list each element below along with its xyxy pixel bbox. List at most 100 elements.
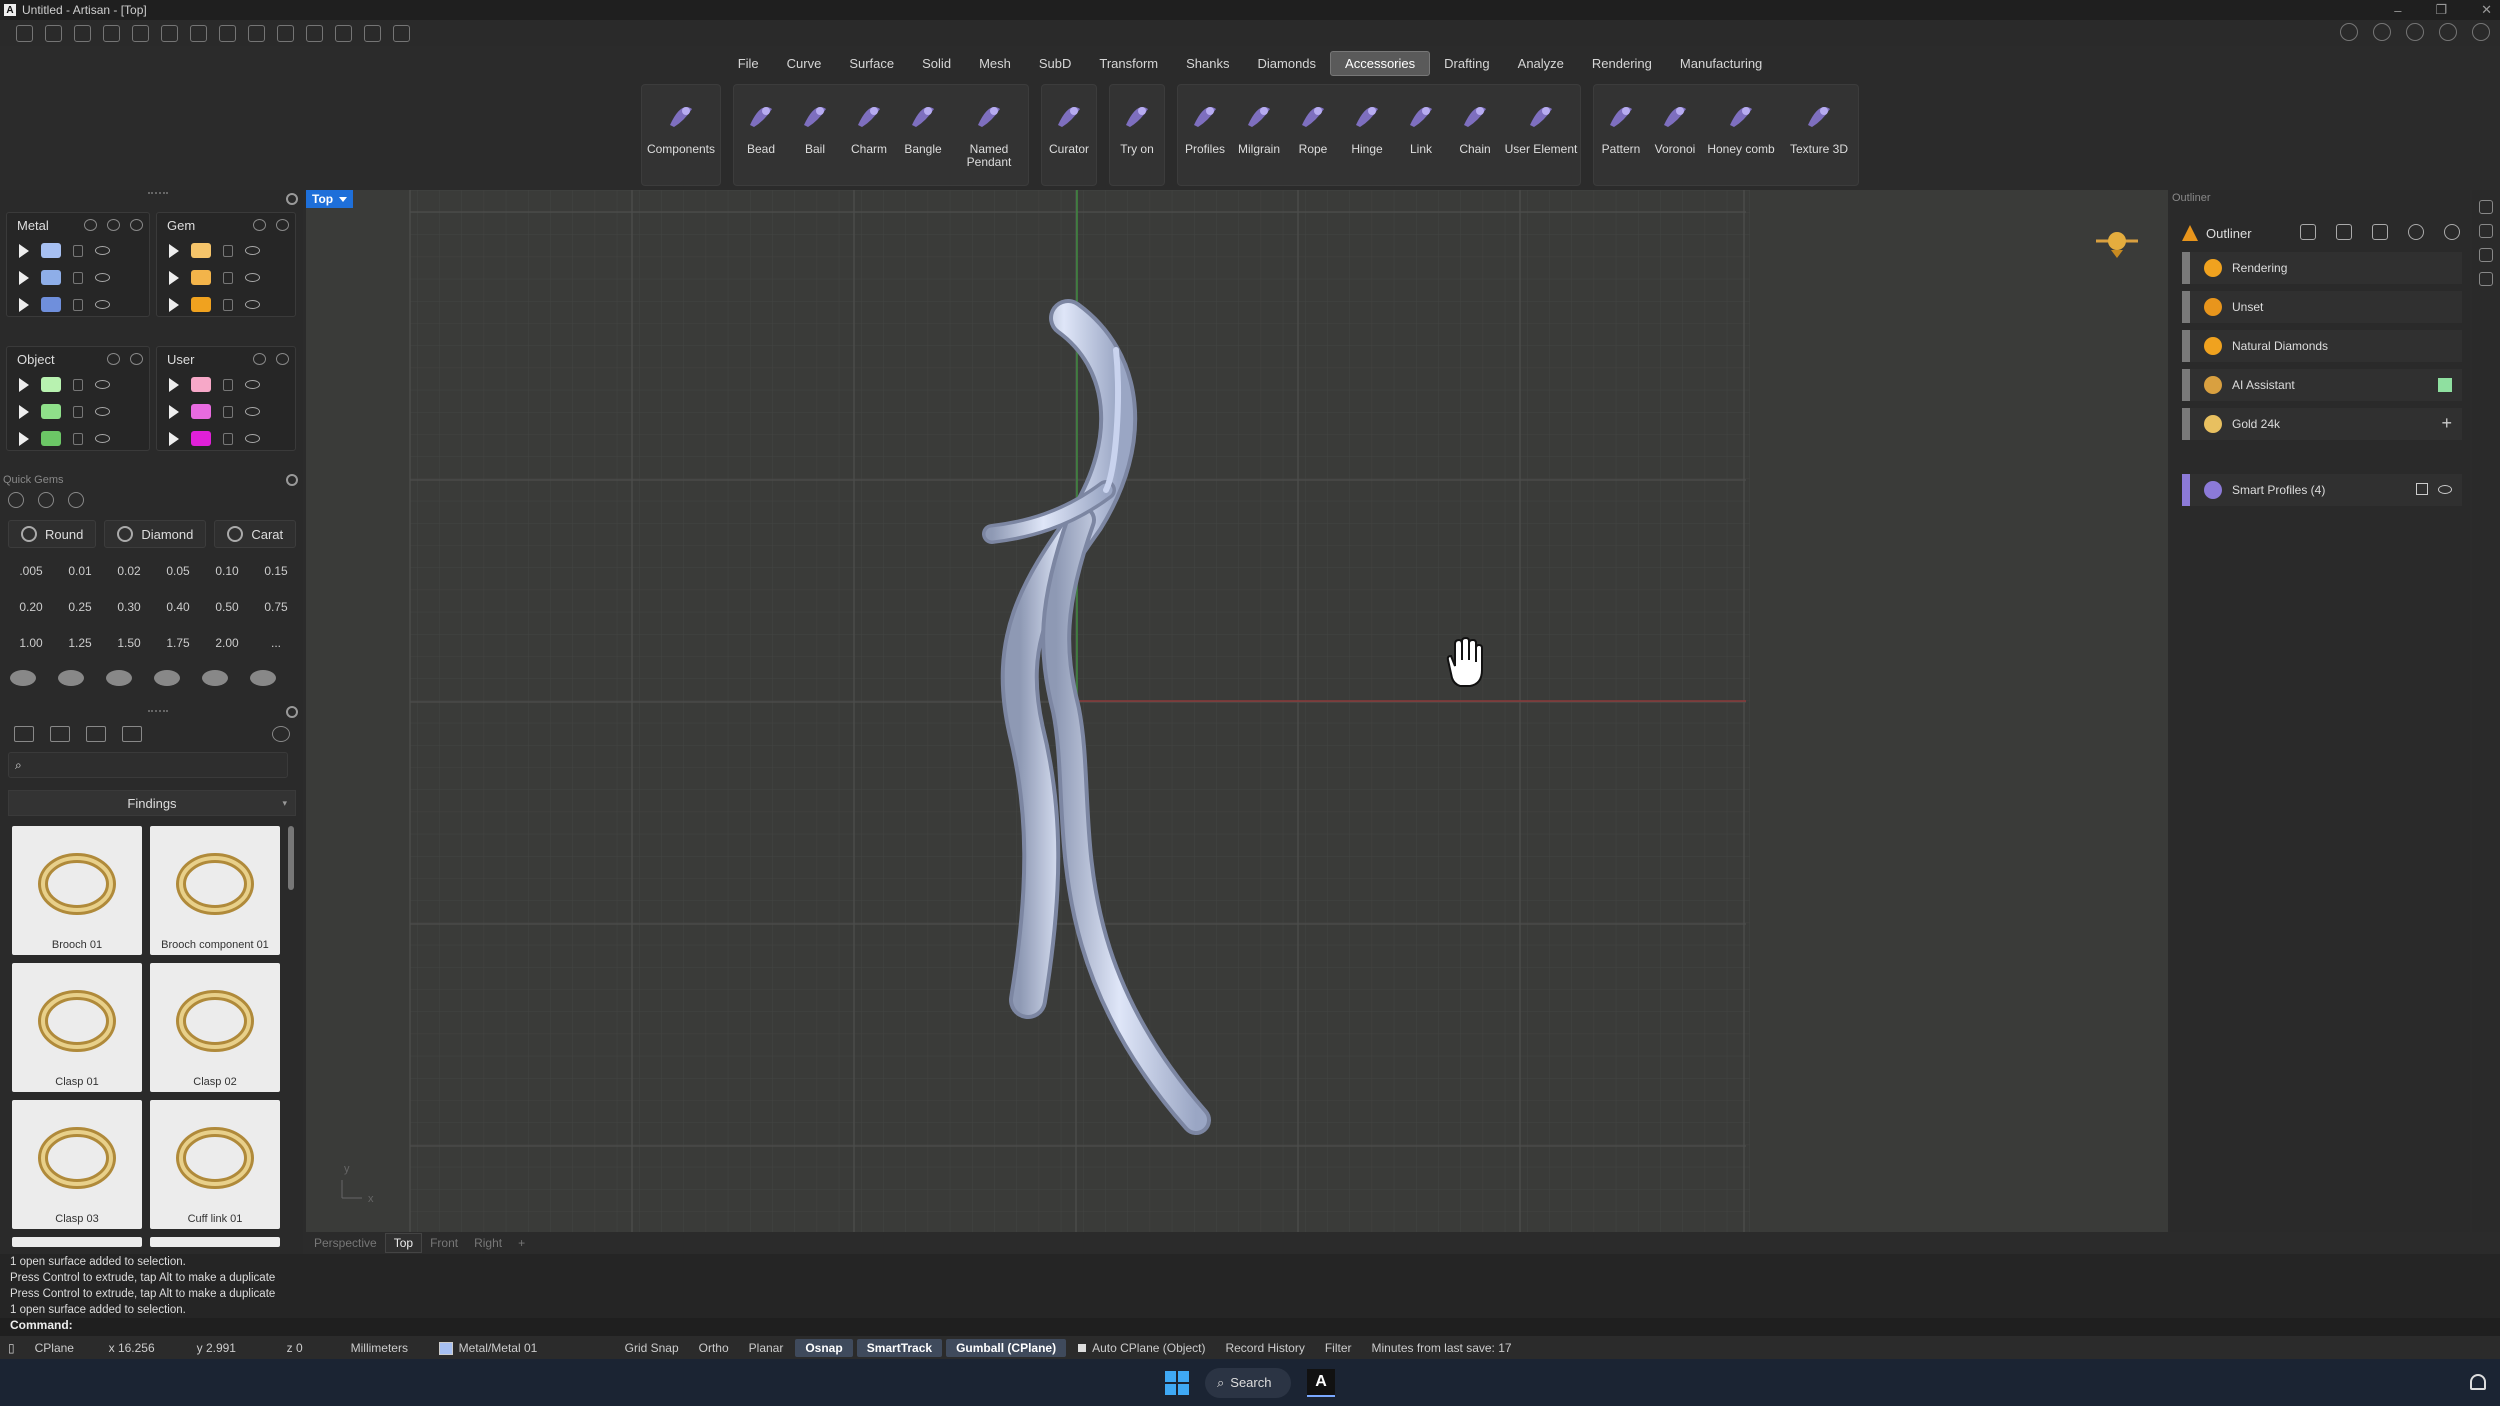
menu-analyze[interactable]: Analyze [1504, 52, 1578, 75]
properties-tab-icon[interactable] [2479, 248, 2493, 262]
library-scrollbar[interactable] [288, 826, 294, 890]
menu-shanks[interactable]: Shanks [1172, 52, 1243, 75]
layers-icon[interactable] [2406, 23, 2424, 41]
save-icon[interactable] [190, 24, 207, 42]
help-icon[interactable] [2444, 224, 2460, 240]
layer-row-object[interactable] [7, 425, 149, 452]
cut-diamond-button[interactable]: Diamond [104, 520, 207, 548]
new-template-icon[interactable] [45, 24, 62, 42]
layer-row-object[interactable] [7, 371, 149, 398]
scale-icon[interactable] [2336, 224, 2352, 240]
ribbon-hinge-button[interactable]: Hinge [1340, 85, 1394, 185]
save-as-icon[interactable] [219, 24, 236, 42]
layer-row-user[interactable] [157, 398, 295, 425]
settings-icon[interactable] [393, 24, 410, 42]
carat-button[interactable]: 1.25 [57, 628, 103, 658]
lock-icon[interactable] [73, 298, 83, 311]
tool-3-icon[interactable] [364, 24, 381, 42]
artisan-taskbar-icon[interactable]: A [1307, 1368, 1335, 1397]
ribbon-named-pendant-button[interactable]: Named Pendant [950, 85, 1028, 185]
menu-surface[interactable]: Surface [835, 52, 908, 75]
play-icon[interactable] [19, 243, 29, 258]
layer-color-swatch[interactable] [191, 404, 211, 419]
viewport-canvas[interactable]: y x [306, 190, 2168, 1232]
play-icon[interactable] [169, 404, 179, 419]
viewport-label[interactable]: Top [306, 190, 354, 208]
play-icon[interactable] [169, 377, 179, 392]
library-folder-icon[interactable] [14, 726, 34, 742]
eye-icon[interactable] [245, 273, 260, 282]
layer-color-swatch[interactable] [191, 377, 211, 392]
carat-button[interactable]: 2.00 [204, 628, 250, 658]
layer-row-metal[interactable] [7, 291, 149, 318]
play-icon[interactable] [169, 431, 179, 446]
eye-icon[interactable] [245, 434, 260, 443]
toggle-planar[interactable]: Planar [739, 1339, 794, 1357]
play-icon[interactable] [169, 297, 179, 312]
eye-icon[interactable] [130, 353, 143, 365]
eye-icon[interactable] [276, 353, 289, 365]
carat-button[interactable]: 0.01 [57, 556, 103, 586]
carat-button[interactable]: 0.75 [253, 592, 299, 622]
eye-icon[interactable] [130, 219, 143, 231]
eye-icon[interactable] [245, 407, 260, 416]
open-icon[interactable] [74, 24, 91, 42]
ribbon-chain-button[interactable]: Chain [1448, 85, 1502, 185]
library-open-icon[interactable] [86, 726, 106, 742]
library-item[interactable]: Clasp 02 [150, 963, 280, 1092]
ribbon-rope-button[interactable]: Rope [1286, 85, 1340, 185]
outliner-row[interactable]: Rendering [2182, 252, 2462, 284]
eye-icon[interactable] [2438, 485, 2452, 494]
layer-color-swatch[interactable] [41, 270, 61, 285]
ribbon-link-button[interactable]: Link [1394, 85, 1448, 185]
lock-icon[interactable] [253, 219, 266, 231]
layer-row-user[interactable] [157, 371, 295, 398]
quick-gems-settings-icon[interactable] [286, 474, 298, 486]
lock-icon[interactable] [73, 378, 83, 391]
layer-color-swatch[interactable] [191, 270, 211, 285]
lock-icon[interactable] [223, 432, 233, 445]
layer-color-swatch[interactable] [41, 297, 61, 312]
cplane-label[interactable]: CPlane [25, 1339, 99, 1357]
library-item[interactable]: Cuff link 01 [150, 1100, 280, 1229]
ribbon-bangle-button[interactable]: Bangle [896, 85, 950, 185]
carat-button[interactable]: 0.25 [57, 592, 103, 622]
ribbon-texture-3d-button[interactable]: Texture 3D [1780, 85, 1858, 185]
ribbon-curator-button[interactable]: Curator [1042, 85, 1096, 185]
menu-file[interactable]: File [724, 52, 773, 75]
layer-row-metal[interactable] [7, 237, 149, 264]
lock-icon[interactable] [223, 298, 233, 311]
eye-icon[interactable] [245, 300, 260, 309]
toggle-ortho[interactable]: Ortho [689, 1339, 739, 1357]
lock-all-icon[interactable] [84, 219, 97, 231]
panel-grip[interactable] [148, 710, 168, 712]
play-icon[interactable] [169, 270, 179, 285]
help-icon[interactable] [2340, 23, 2358, 41]
menu-manufacturing[interactable]: Manufacturing [1666, 52, 1776, 75]
ribbon-bead-button[interactable]: Bead [734, 85, 788, 185]
toggle-gumball-cplane[interactable]: Gumball (CPlane) [946, 1339, 1067, 1357]
toggle-smarttrack[interactable]: SmartTrack [856, 1339, 943, 1357]
layers-tab-icon[interactable] [2479, 224, 2493, 238]
gem-shape-pear-icon[interactable] [250, 670, 276, 686]
carat-button[interactable]: 1.00 [8, 628, 54, 658]
panel-grip[interactable] [148, 192, 168, 194]
view-tab[interactable]: Top [384, 1233, 423, 1253]
menu-rendering[interactable]: Rendering [1578, 52, 1666, 75]
carat-button[interactable]: 0.20 [8, 592, 54, 622]
layer-row-gem[interactable] [157, 237, 295, 264]
tool-2-icon[interactable] [335, 24, 352, 42]
layout-icon[interactable] [248, 24, 265, 42]
menu-drafting[interactable]: Drafting [1430, 52, 1504, 75]
ribbon-voronoi-button[interactable]: Voronoi [1648, 85, 1702, 185]
outliner-row[interactable]: Natural Diamonds [2182, 330, 2462, 362]
units-label[interactable]: Millimeters [341, 1339, 429, 1357]
menu-accessories[interactable]: Accessories [1330, 50, 1431, 76]
notification-bell-icon[interactable] [2470, 1374, 2486, 1390]
carat-button[interactable]: 1.75 [155, 628, 201, 658]
auto-cplane[interactable]: Auto CPlane (Object) [1068, 1339, 1215, 1357]
gem-shape-round-icon[interactable] [10, 670, 36, 686]
status-swatch[interactable] [2438, 378, 2452, 392]
layer-color-swatch[interactable] [191, 243, 211, 258]
layer-color-swatch[interactable] [41, 431, 61, 446]
